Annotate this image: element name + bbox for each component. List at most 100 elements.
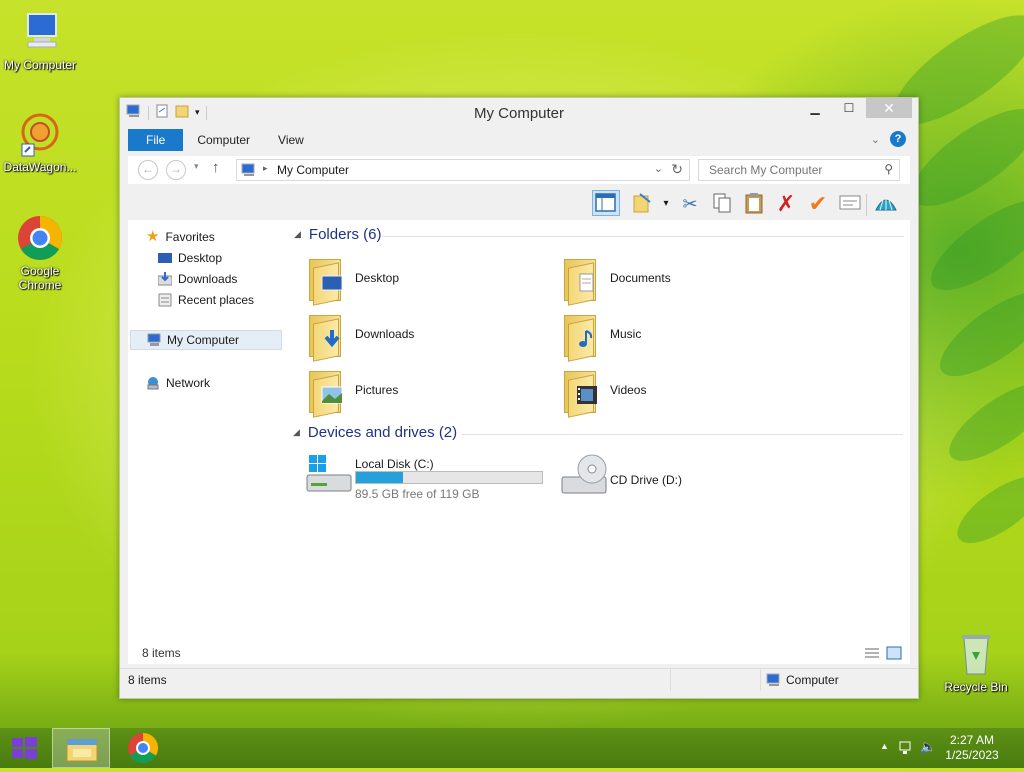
command-toolbar: ▾ ✂ ✗ ✔ (128, 188, 910, 220)
back-button[interactable]: ← (138, 160, 158, 180)
downloads-folder-icon (305, 311, 347, 362)
desktop-icon-datawagon[interactable]: DataWagon... (0, 110, 80, 174)
up-button[interactable]: ↑ (212, 159, 220, 176)
desktop-folder-icon (305, 255, 347, 306)
system-tray: ▲ 🔈 2:27 AM 1/25/2023 (864, 728, 1024, 768)
taskbar-google-chrome[interactable] (114, 728, 172, 768)
drive-name: Local Disk (C:) (355, 457, 434, 471)
drive-tile-cd-drive[interactable]: CD Drive (D:) (560, 451, 760, 503)
chrome-icon (16, 214, 64, 262)
dropdown-arrow-icon[interactable]: ▾ (654, 192, 678, 216)
desktop-icon-label: Recycle Bin (944, 680, 1008, 694)
search-input[interactable] (707, 160, 871, 180)
file-explorer-icon (66, 738, 98, 762)
status-bar: 8 items Computer (120, 668, 918, 691)
items-count: 8 items (142, 646, 181, 660)
drive-tile-local-disk[interactable]: Local Disk (C:) 89.5 GB free of 119 GB (305, 451, 555, 503)
preview-pane-icon[interactable] (592, 190, 620, 216)
clock-time: 2:27 AM (949, 733, 995, 747)
hard-drive-icon (305, 453, 352, 495)
desktop-icon-label: My Computer (3, 58, 77, 72)
wallpaper-leaf (947, 464, 1024, 556)
folder-label: Documents (610, 271, 671, 285)
folder-label: Pictures (355, 383, 399, 397)
ribbon-tabs: File Computer View ⌄ ? (128, 129, 910, 151)
folder-label: Music (610, 327, 642, 341)
expand-ribbon-icon[interactable]: ⌄ (871, 133, 880, 146)
copy-icon[interactable] (710, 192, 734, 216)
pictures-folder-icon (305, 367, 347, 418)
desktop-icon-label: Google Chrome (18, 264, 62, 292)
devices-group-header[interactable]: ◢ Devices and drives (2) (293, 424, 457, 441)
close-button[interactable]: ✕ (866, 98, 912, 118)
clock[interactable]: 2:27 AM 1/25/2023 (942, 733, 1002, 763)
status-items: 8 items (128, 673, 167, 687)
taskbar: ▲ 🔈 2:27 AM 1/25/2023 (0, 728, 1024, 768)
address-bar[interactable]: ▸ My Computer ⌄ ↻ (236, 159, 690, 181)
collapse-icon[interactable]: ◢ (293, 427, 300, 438)
tab-view[interactable]: View (264, 129, 318, 151)
title-bar[interactable]: ▾ My Computer ▁ ☐ ✕ (120, 98, 918, 128)
minimize-button[interactable]: ▁ (798, 98, 832, 118)
open-folder-icon[interactable] (630, 192, 654, 216)
items-count-row: 8 items (128, 644, 910, 664)
tab-computer[interactable]: Computer (183, 129, 264, 151)
search-icon[interactable]: ⚲ (884, 162, 893, 176)
desktop-icon-google-chrome[interactable]: Google Chrome (0, 214, 80, 292)
show-hidden-icons-icon[interactable]: ▲ (880, 741, 889, 751)
clock-date: 1/25/2023 (945, 748, 999, 762)
videos-folder-icon (560, 367, 602, 418)
documents-folder-icon (560, 255, 602, 306)
chrome-icon (128, 733, 159, 764)
folder-label: Downloads (355, 327, 415, 341)
details-view-icon[interactable] (864, 646, 880, 663)
folder-label: Desktop (355, 271, 400, 285)
computer-icon (241, 163, 257, 180)
search-box[interactable]: ⚲ (698, 159, 900, 181)
recycle-bin-icon (952, 630, 1000, 678)
address-dropdown-icon[interactable]: ⌄ (654, 162, 663, 175)
cd-drive-icon (560, 453, 608, 497)
status-location: Computer (786, 673, 839, 687)
forward-button[interactable]: → (166, 160, 186, 180)
computer-icon (766, 673, 782, 690)
computer-icon (16, 8, 64, 56)
folder-label: Videos (610, 383, 647, 397)
separator (670, 669, 671, 691)
desktop-icon-recycle-bin[interactable]: Recycle Bin (936, 630, 1016, 694)
volume-icon[interactable]: 🔈 (920, 739, 936, 755)
drive-usage-bar (355, 471, 543, 484)
start-button[interactable] (0, 728, 48, 768)
desktop-icon-label: DataWagon... (3, 160, 77, 174)
properties-card-icon[interactable] (838, 192, 862, 216)
music-folder-icon (560, 311, 602, 362)
cut-icon[interactable]: ✂ (678, 192, 702, 216)
drive-usage-fill (356, 472, 403, 483)
shell-icon[interactable] (874, 192, 898, 216)
separator (760, 669, 761, 691)
drive-name: CD Drive (D:) (610, 473, 682, 487)
group-title: Devices and drives (2) (307, 424, 458, 441)
breadcrumb-chevron-icon[interactable]: ▸ (263, 163, 268, 174)
items-view: Desktop Documents Downloads Music Pictur… (127, 219, 909, 559)
maximize-button[interactable]: ☐ (832, 98, 866, 118)
rename-check-icon[interactable]: ✔ (806, 192, 830, 216)
recent-locations-icon[interactable]: ▾ (194, 161, 199, 172)
windows-logo-icon (12, 737, 37, 759)
taskbar-file-explorer[interactable] (52, 728, 110, 768)
tab-file[interactable]: File (128, 129, 184, 151)
wallpaper-leaf (927, 277, 1024, 391)
separator (866, 194, 867, 216)
datawagon-icon (16, 110, 64, 158)
navigation-bar: ← → ▾ ↑ ▸ My Computer ⌄ ↻ ⚲ (128, 156, 910, 184)
large-icons-view-icon[interactable] (886, 646, 902, 663)
delete-icon[interactable]: ✗ (774, 192, 798, 216)
group-divider (461, 434, 903, 435)
paste-icon[interactable] (742, 192, 766, 216)
help-icon[interactable]: ? (890, 131, 906, 147)
refresh-icon[interactable]: ↻ (671, 161, 683, 178)
drive-free-space: 89.5 GB free of 119 GB (355, 487, 480, 501)
desktop-icon-my-computer[interactable]: My Computer (0, 8, 80, 72)
address-path: My Computer (277, 163, 350, 177)
network-status-icon[interactable] (898, 739, 914, 758)
